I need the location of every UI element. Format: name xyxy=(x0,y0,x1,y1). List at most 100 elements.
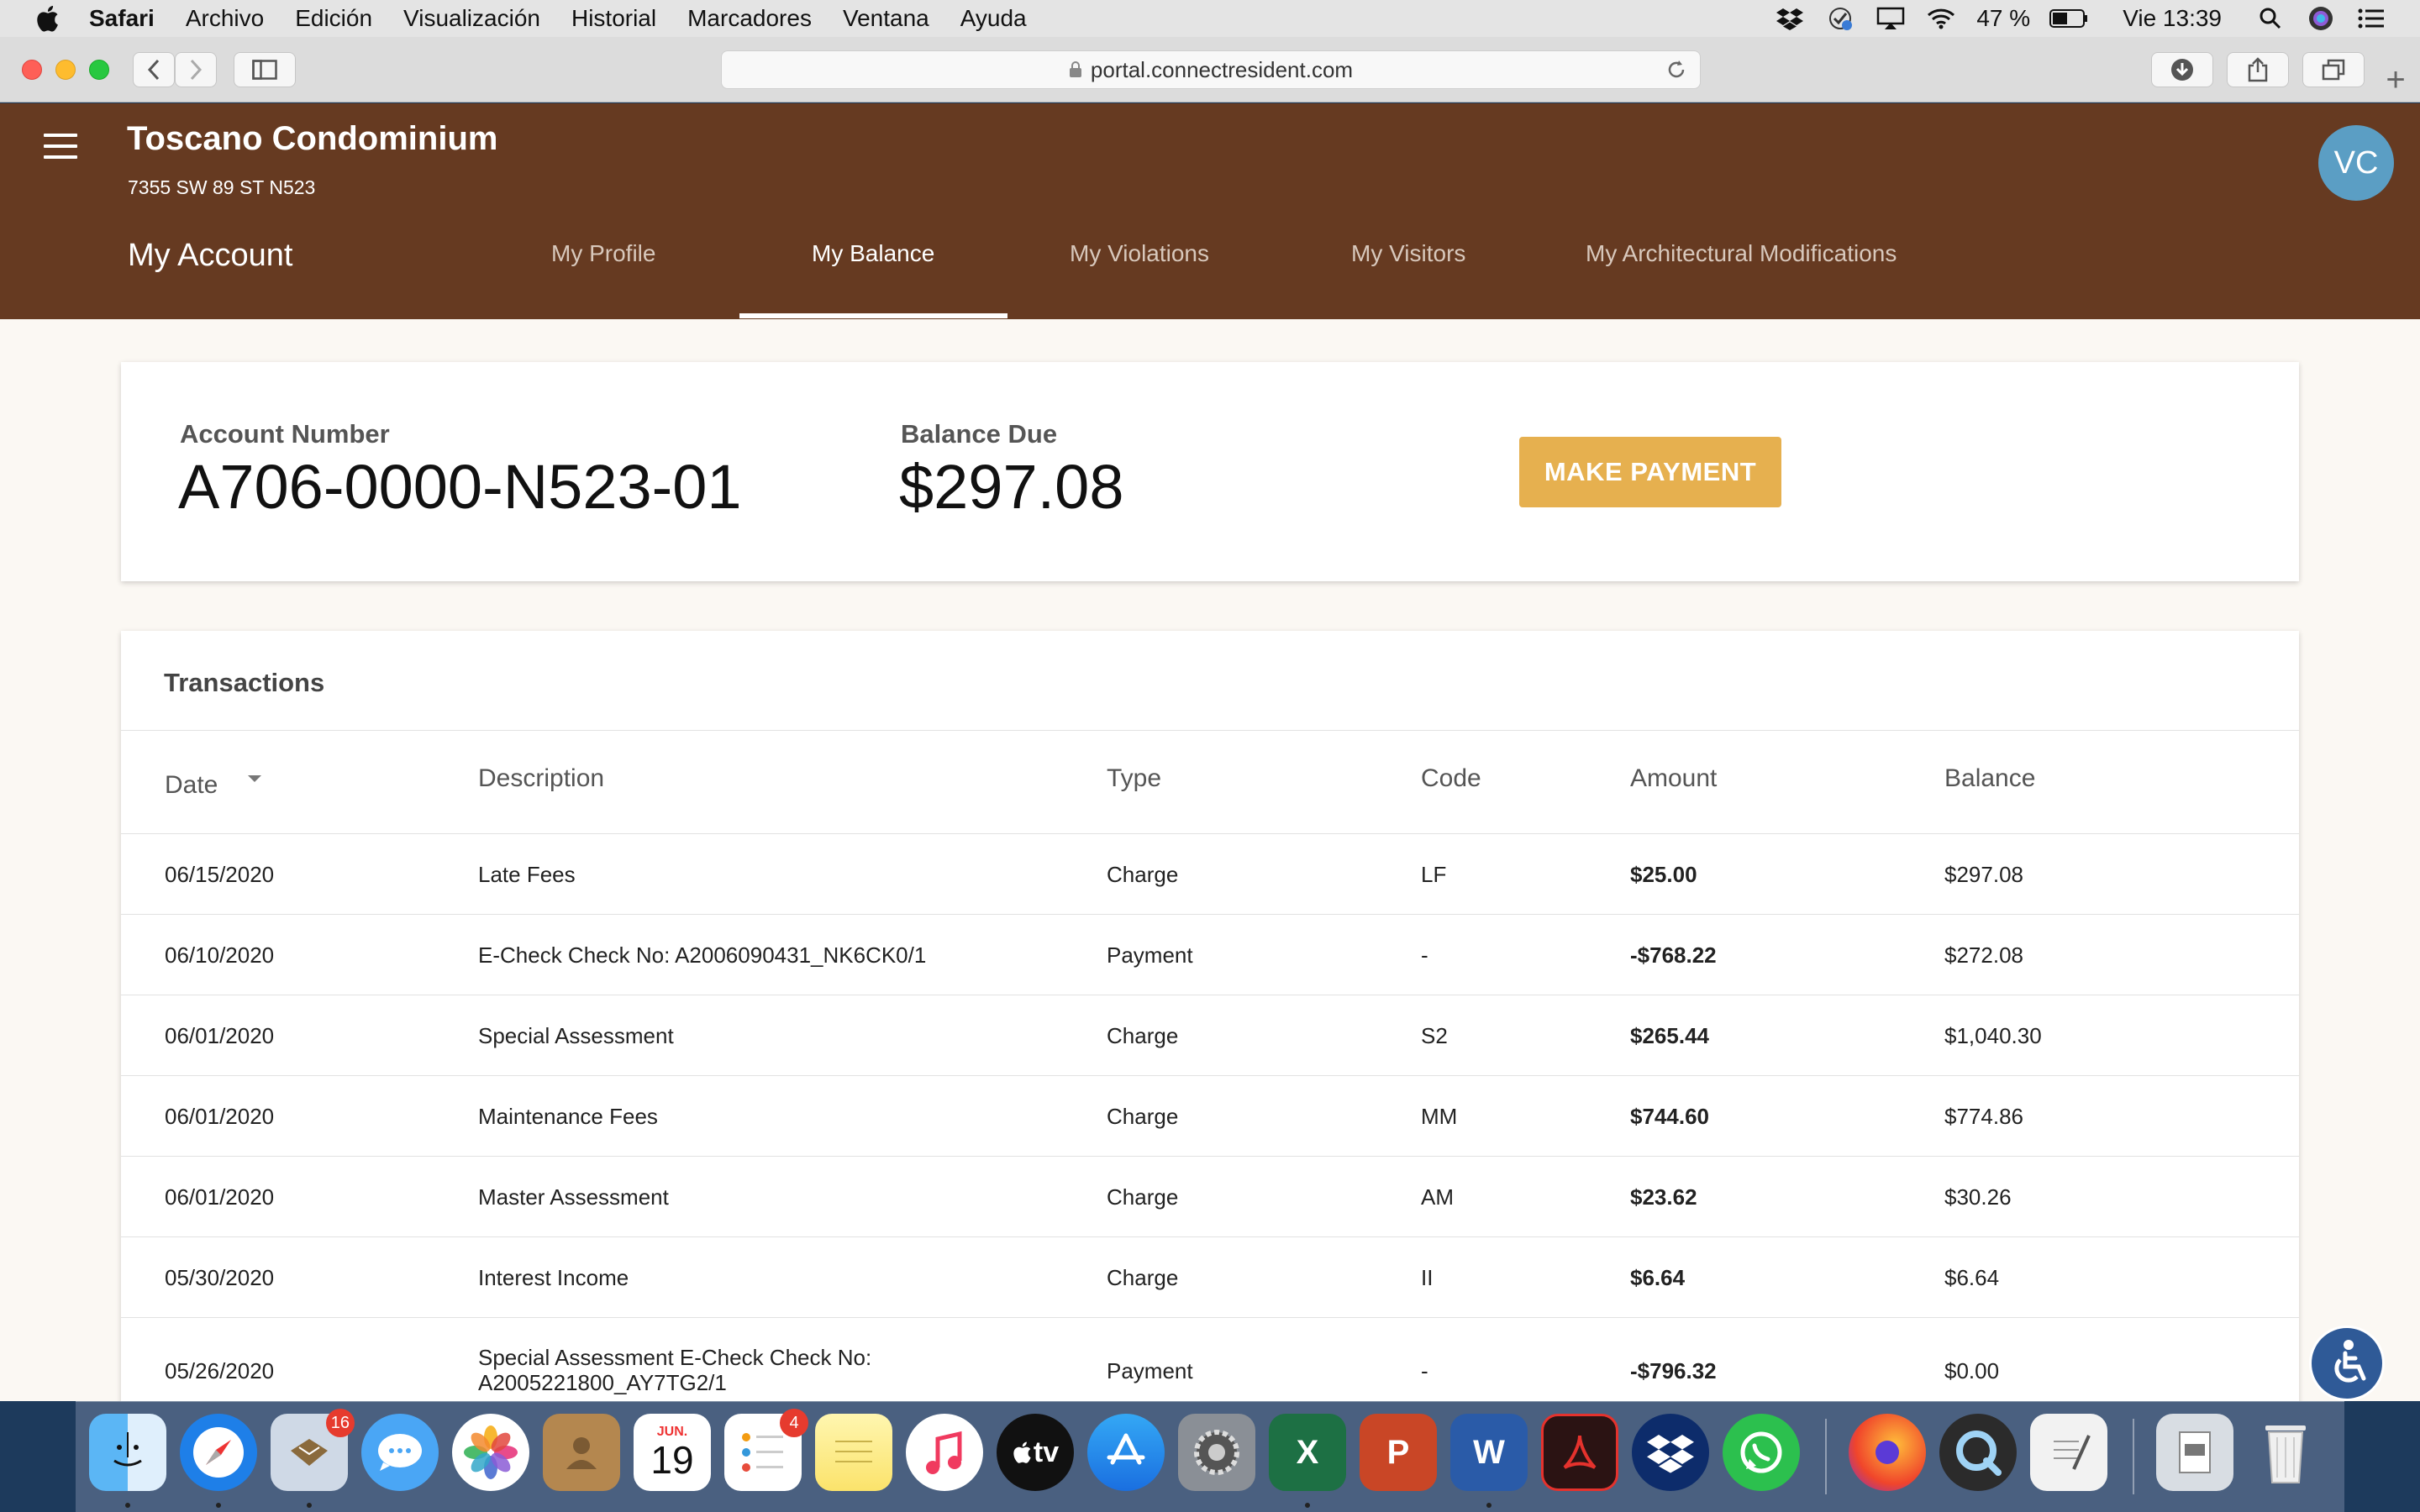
wifi-icon[interactable] xyxy=(1926,6,1956,31)
column-header-amount[interactable]: Amount xyxy=(1630,764,1717,793)
photos-app-icon[interactable] xyxy=(452,1414,529,1491)
new-tab-button[interactable]: + xyxy=(2381,63,2410,97)
messages-app-icon[interactable] xyxy=(361,1414,439,1491)
tab-my-visitors[interactable]: My Visitors xyxy=(1351,240,1465,267)
table-row[interactable]: 06/10/2020 E-Check Check No: A2006090431… xyxy=(121,915,2299,995)
cell-balance: $6.64 xyxy=(1944,1265,2000,1290)
notes-app-icon[interactable] xyxy=(815,1414,892,1491)
reload-icon[interactable] xyxy=(1665,58,1688,81)
table-row[interactable]: 06/01/2020 Special Assessment Charge S2 … xyxy=(121,995,2299,1076)
active-tab-indicator xyxy=(739,313,1007,318)
cell-date: 06/10/2020 xyxy=(165,942,275,968)
apple-tv-app-icon[interactable]: tv xyxy=(997,1414,1074,1491)
tab-my-architectural-modifications[interactable]: My Architectural Modifications xyxy=(1586,240,1897,267)
fullscreen-window-button[interactable] xyxy=(89,60,109,80)
menu-ayuda[interactable]: Ayuda xyxy=(960,5,1027,32)
sidebar-toggle-button[interactable] xyxy=(234,52,296,87)
menu-archivo[interactable]: Archivo xyxy=(186,5,264,32)
cell-date: 05/26/2020 xyxy=(165,1358,275,1383)
running-indicator xyxy=(1486,1503,1491,1508)
trash-icon[interactable] xyxy=(2247,1414,2324,1491)
cell-balance: $774.86 xyxy=(1944,1104,2023,1129)
share-button[interactable] xyxy=(2227,52,2289,87)
menu-ventana[interactable]: Ventana xyxy=(843,5,929,32)
back-button[interactable] xyxy=(133,52,175,87)
close-window-button[interactable] xyxy=(22,60,42,80)
safari-app-icon[interactable] xyxy=(180,1414,257,1491)
apple-menu-icon[interactable] xyxy=(34,4,60,33)
mail-unread-badge: 16 xyxy=(325,1409,355,1437)
dropbox-app-icon[interactable] xyxy=(1632,1414,1709,1491)
menu-visualizacion[interactable]: Visualización xyxy=(403,5,540,32)
accessibility-button[interactable] xyxy=(2309,1326,2385,1401)
forward-button[interactable] xyxy=(175,52,217,87)
column-header-type[interactable]: Type xyxy=(1107,764,1161,793)
cell-code: - xyxy=(1421,942,1428,968)
table-row[interactable]: 05/26/2020 Special Assessment E-Check Ch… xyxy=(121,1318,2299,1401)
account-number-value: A706-0000-N523-01 xyxy=(178,452,742,522)
spotlight-search-icon[interactable] xyxy=(2255,6,2286,31)
powerpoint-app-icon[interactable]: P xyxy=(1360,1414,1437,1491)
reminders-app-icon[interactable]: 4 xyxy=(724,1409,808,1491)
battery-icon[interactable] xyxy=(2049,6,2089,31)
cell-type: Payment xyxy=(1107,942,1193,968)
calendar-app-icon[interactable]: JUN. 19 xyxy=(634,1414,711,1491)
table-row[interactable]: 05/30/2020 Interest Income Charge II $6.… xyxy=(121,1237,2299,1318)
make-payment-button[interactable]: MAKE PAYMENT xyxy=(1519,437,1781,507)
menu-edicion[interactable]: Edición xyxy=(295,5,372,32)
column-header-date[interactable]: Date xyxy=(165,771,218,800)
word-app-icon[interactable]: W xyxy=(1450,1414,1528,1491)
dropbox-status-icon[interactable] xyxy=(1775,6,1805,31)
sort-descending-icon[interactable] xyxy=(248,775,261,782)
cell-balance: $0.00 xyxy=(1944,1358,2000,1383)
sidebar-icon xyxy=(252,60,277,80)
whatsapp-app-icon[interactable] xyxy=(1723,1414,1800,1491)
downloads-button[interactable] xyxy=(2151,52,2213,87)
download-icon xyxy=(2171,59,2193,81)
system-preferences-icon[interactable] xyxy=(1178,1414,1255,1491)
app-store-icon[interactable] xyxy=(1087,1414,1165,1491)
tab-my-profile[interactable]: My Profile xyxy=(551,240,655,267)
running-indicator xyxy=(125,1503,130,1508)
textedit-app-icon[interactable] xyxy=(2030,1414,2107,1491)
dock-separator xyxy=(1825,1419,1827,1494)
finder-icon[interactable] xyxy=(89,1414,166,1491)
column-header-code[interactable]: Code xyxy=(1421,764,1481,793)
tabs-overview-button[interactable] xyxy=(2302,52,2365,87)
hamburger-menu-icon[interactable] xyxy=(44,134,77,159)
table-row[interactable]: 06/01/2020 Master Assessment Charge AM $… xyxy=(121,1157,2299,1237)
avatar[interactable]: VC xyxy=(2318,125,2394,201)
table-row[interactable]: 06/15/2020 Late Fees Charge LF $25.00 $2… xyxy=(121,834,2299,915)
column-header-description[interactable]: Description xyxy=(478,764,604,793)
quicktime-app-icon[interactable] xyxy=(1939,1414,2017,1491)
table-row[interactable]: 06/01/2020 Maintenance Fees Charge MM $7… xyxy=(121,1076,2299,1157)
excel-app-icon[interactable]: X xyxy=(1269,1414,1346,1491)
address-bar[interactable]: portal.connectresident.com xyxy=(721,50,1701,89)
tab-my-violations[interactable]: My Violations xyxy=(1070,240,1209,267)
contacts-app-icon[interactable] xyxy=(543,1414,620,1491)
firefox-app-icon[interactable] xyxy=(1849,1414,1926,1491)
mail-app-icon[interactable]: 16 xyxy=(271,1409,355,1491)
url-text: portal.connectresident.com xyxy=(1090,56,1354,82)
music-app-icon[interactable] xyxy=(906,1414,983,1491)
cell-balance: $30.26 xyxy=(1944,1184,2012,1210)
siri-icon[interactable] xyxy=(2306,6,2336,31)
unit-address: 7355 SW 89 ST N523 xyxy=(128,176,316,198)
airplay-icon[interactable] xyxy=(1876,6,1906,31)
notification-center-icon[interactable] xyxy=(2356,6,2386,31)
checkmark-status-icon[interactable] xyxy=(1825,6,1855,31)
cell-code: MM xyxy=(1421,1104,1458,1129)
cell-type: Charge xyxy=(1107,1265,1179,1290)
downloads-stack-icon[interactable] xyxy=(2156,1414,2233,1491)
tabs-icon xyxy=(2322,59,2345,81)
tab-my-balance[interactable]: My Balance xyxy=(812,240,934,267)
menu-app-name[interactable]: Safari xyxy=(89,5,155,32)
clock[interactable]: Vie 13:39 xyxy=(2123,5,2222,32)
acrobat-app-icon[interactable] xyxy=(1541,1414,1618,1491)
minimize-window-button[interactable] xyxy=(55,60,76,80)
column-header-balance[interactable]: Balance xyxy=(1944,764,2035,793)
dock-separator xyxy=(2133,1419,2134,1494)
menu-marcadores[interactable]: Marcadores xyxy=(687,5,812,32)
cell-amount: -$768.22 xyxy=(1630,942,1717,968)
menu-historial[interactable]: Historial xyxy=(571,5,656,32)
